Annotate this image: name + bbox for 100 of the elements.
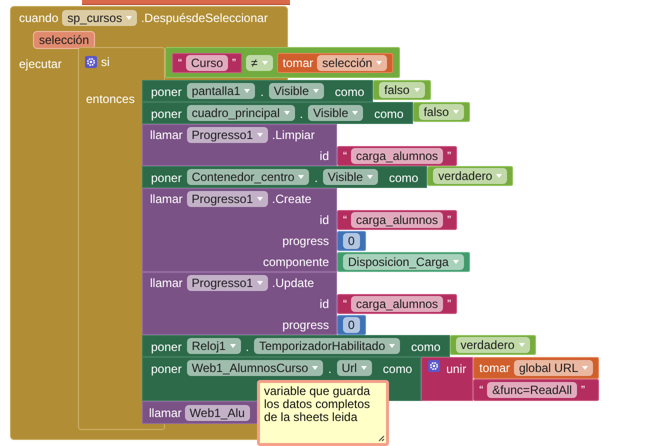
property-dropdown[interactable]: Visible <box>322 169 378 185</box>
caret-icon <box>126 16 132 20</box>
block-label: .Limpiar <box>272 126 315 144</box>
caret-icon <box>366 175 373 179</box>
component-dropdown[interactable]: Contenedor_centro <box>186 169 310 185</box>
quote-mark: ” <box>580 382 585 399</box>
component-dropdown[interactable]: pantalla1 <box>186 83 256 99</box>
block-label: unir <box>446 361 466 378</box>
argument-label: progress <box>281 316 330 334</box>
component-dropdown[interactable]: Progresso1 <box>186 274 268 290</box>
block-label: cuando <box>19 10 58 27</box>
argument-label: progress <box>281 232 330 250</box>
block-label: poner <box>151 84 182 101</box>
caret-icon <box>257 196 264 200</box>
block-label: si <box>101 54 110 70</box>
boolean-dropdown[interactable]: falso <box>379 82 425 98</box>
caret-icon <box>312 366 318 370</box>
property-dropdown[interactable]: Url <box>336 360 372 376</box>
block-label: entonces <box>86 90 135 108</box>
caret-icon <box>496 174 502 178</box>
dot-label: . <box>246 339 250 356</box>
block-label: como <box>374 106 404 123</box>
argument-label: id <box>318 148 330 164</box>
text-field[interactable]: carga_alumnos <box>351 148 444 164</box>
quote-mark: “ <box>343 148 347 164</box>
dot-label: . <box>314 170 318 187</box>
quote-mark: “ <box>343 296 347 312</box>
block-label: poner <box>151 170 182 187</box>
argument-label: componente <box>262 254 330 270</box>
caret-icon <box>352 111 358 115</box>
quote-mark: ” <box>232 54 236 72</box>
quote-mark: “ <box>343 212 347 228</box>
quote-mark: “ <box>479 382 484 399</box>
block-label: poner <box>151 339 182 356</box>
dot-label: . <box>300 106 304 123</box>
block-label: como <box>382 361 412 378</box>
block-label: .DespuésdeSeleccionar <box>141 10 268 27</box>
caret-icon <box>414 88 420 92</box>
quote-mark: ” <box>447 148 452 164</box>
block-label: llamar <box>150 126 183 144</box>
dot-label: . <box>328 361 332 378</box>
block-label: como <box>411 339 440 356</box>
text-field[interactable]: carga_alumnos <box>351 212 444 228</box>
quote-mark: ” <box>447 212 452 228</box>
block-label: como <box>334 84 364 101</box>
quote-mark: “ <box>178 54 182 72</box>
variable-dropdown[interactable]: global URL <box>514 360 594 376</box>
property-dropdown[interactable]: Visible <box>268 83 324 99</box>
comment-text[interactable]: variable que guarda los datos completos de la sheets leida <box>264 385 382 424</box>
caret-icon <box>230 344 236 348</box>
gear-icon[interactable] <box>85 56 97 68</box>
parameter-pill[interactable]: selección <box>33 30 96 48</box>
number-field[interactable]: 0 <box>343 232 360 248</box>
caret-icon <box>376 60 382 64</box>
component-dropdown[interactable]: Web1_Alu <box>184 404 250 420</box>
caret-icon <box>582 366 588 370</box>
component-dropdown[interactable]: sp_cursos <box>62 10 138 26</box>
number-field[interactable]: 0 <box>343 316 360 332</box>
variable-dropdown[interactable]: selección <box>317 54 388 70</box>
dot-label: . <box>260 84 264 101</box>
resize-grip-icon[interactable] <box>378 435 385 442</box>
caret-icon <box>452 260 459 264</box>
block-label: ejecutar <box>19 56 62 72</box>
quote-mark: ” <box>447 296 452 312</box>
text-field[interactable]: Curso <box>186 54 228 70</box>
operator-dropdown[interactable]: ≠ <box>246 54 273 70</box>
component-dropdown[interactable]: Web1_AlumnosCurso <box>186 360 324 376</box>
caret-icon <box>389 344 396 348</box>
block-label: llamar <box>150 274 183 292</box>
block-label: como <box>388 170 418 187</box>
argument-label: id <box>318 212 330 228</box>
boolean-dropdown[interactable]: falso <box>418 104 464 120</box>
block-label: .Update <box>272 274 314 292</box>
component-dropdown[interactable]: Progresso1 <box>186 190 268 206</box>
boolean-dropdown[interactable]: verdadero <box>456 337 530 353</box>
component-dropdown[interactable]: Reloj1 <box>186 338 241 354</box>
component-dropdown[interactable]: Progresso1 <box>186 126 268 142</box>
component-dropdown[interactable]: Disposicion_Carga <box>343 254 464 270</box>
argument-label: id <box>318 296 330 312</box>
caret-icon <box>312 89 319 93</box>
boolean-dropdown[interactable]: verdadero <box>433 168 508 184</box>
block-label: poner <box>151 361 182 378</box>
text-field[interactable]: carga_alumnos <box>351 296 444 312</box>
gear-icon[interactable] <box>428 360 440 372</box>
block-label: .Create <box>272 190 312 208</box>
caret-icon <box>298 175 304 179</box>
caret-icon <box>257 280 264 284</box>
caret-icon <box>257 132 264 136</box>
text-field[interactable]: &func=ReadAll <box>487 382 577 398</box>
caret-icon <box>284 111 290 115</box>
property-dropdown[interactable]: Visible <box>308 105 364 121</box>
caret-icon <box>452 110 459 114</box>
component-dropdown[interactable]: cuadro_principal <box>186 105 295 121</box>
block-label: llamar <box>149 404 182 422</box>
block-label: tomar <box>282 54 314 72</box>
property-dropdown[interactable]: TemporizadorHabilitado <box>254 338 400 354</box>
block-label: llamar <box>150 190 183 208</box>
caret-icon <box>244 89 250 93</box>
block-label: poner <box>151 106 182 123</box>
caret-icon <box>262 60 268 64</box>
